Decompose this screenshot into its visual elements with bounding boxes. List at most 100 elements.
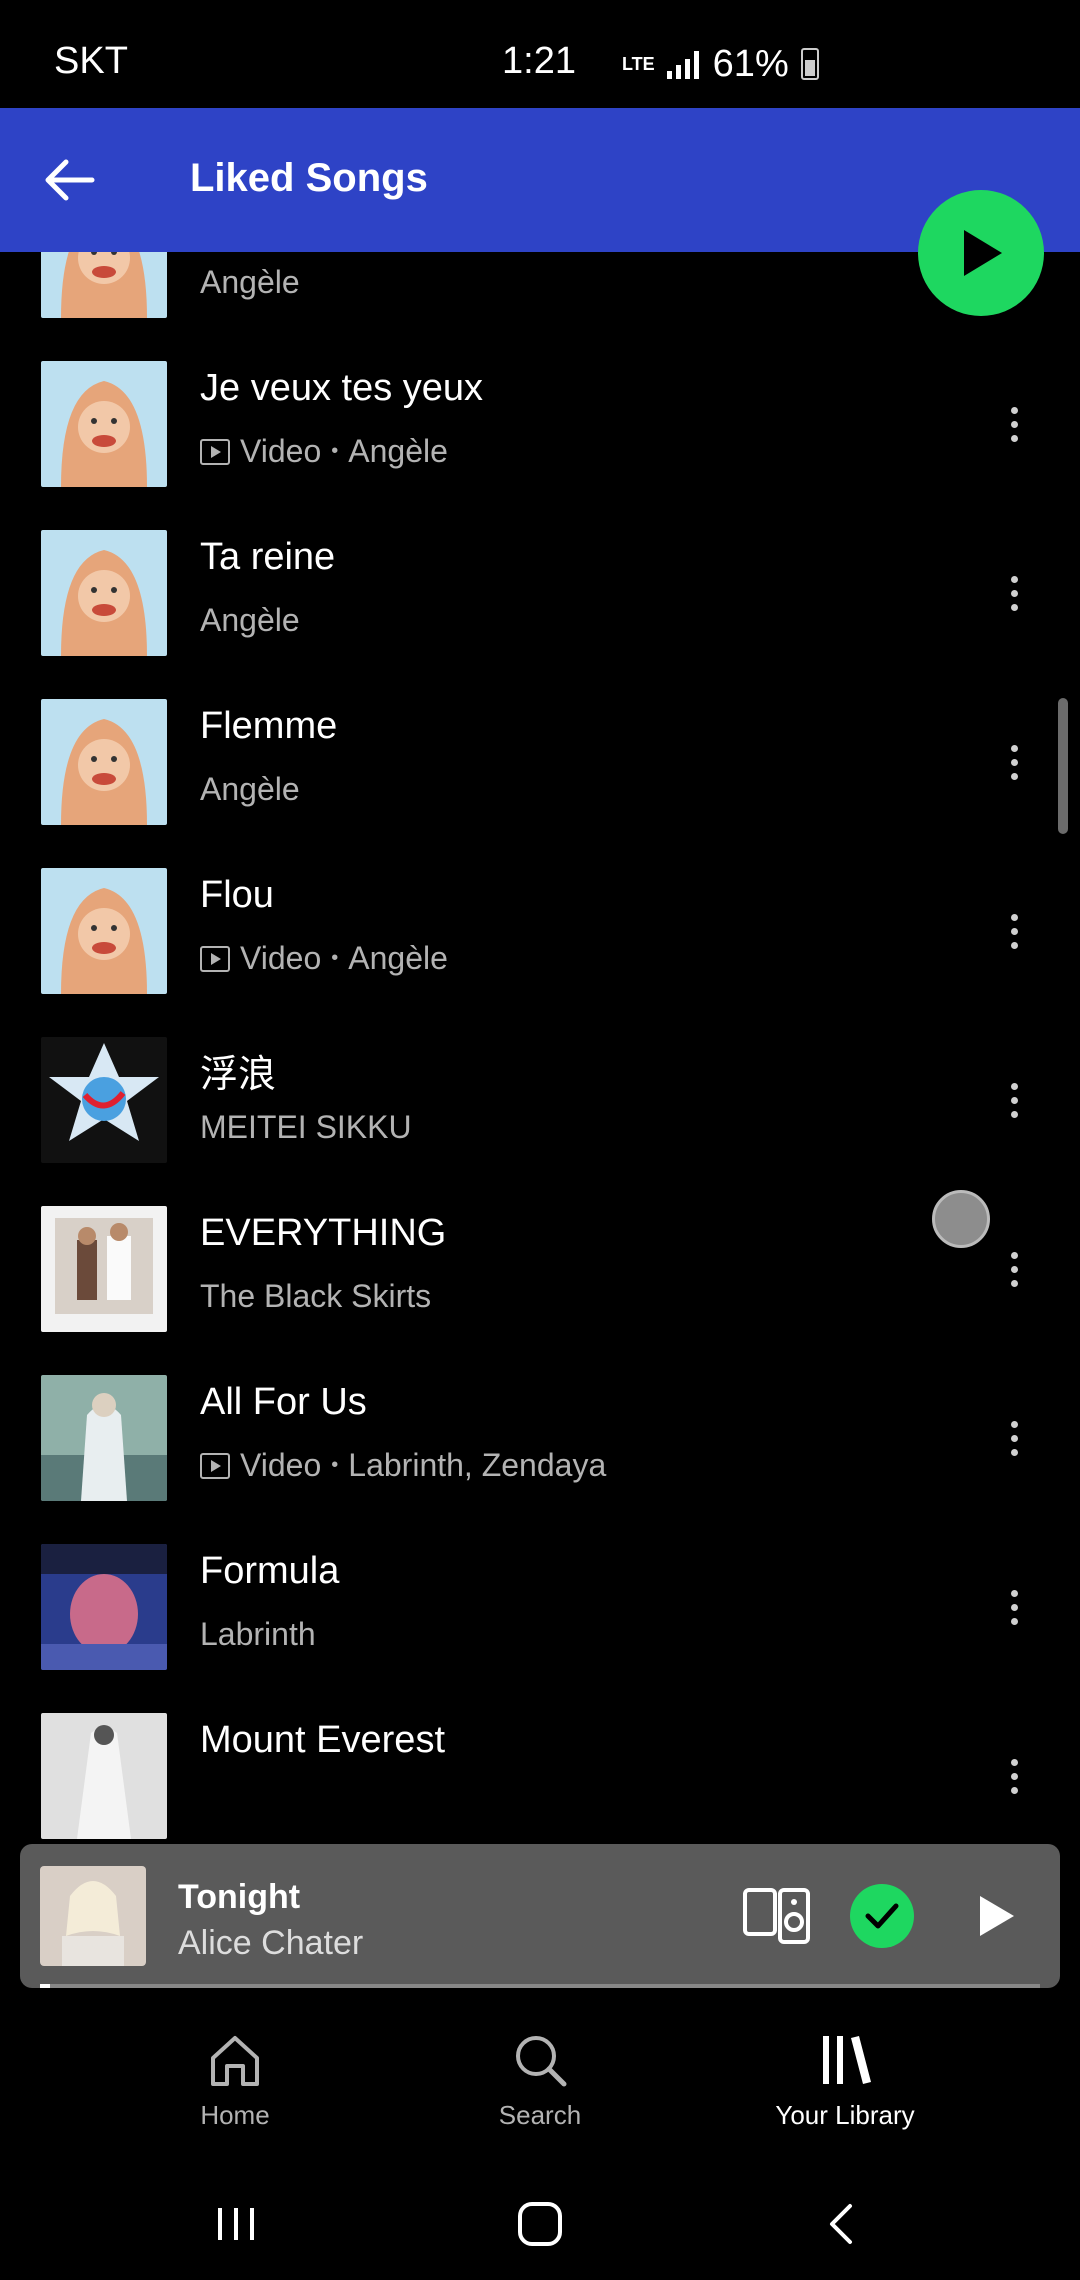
song-row[interactable]: All For Us Video • Labrinth, Zendaya: [0, 1353, 1080, 1522]
song-subtitle: Video • Angèle: [200, 433, 448, 470]
more-options-button[interactable]: [994, 563, 1034, 623]
song-row[interactable]: Les matinsAngèle: [0, 252, 1080, 339]
battery-icon: [800, 48, 819, 80]
song-title: 浮浪: [200, 1054, 277, 1096]
back-system-button[interactable]: [812, 2196, 872, 2252]
video-icon: [200, 438, 230, 465]
video-label: Video: [240, 940, 322, 976]
home-circle-icon: [518, 2202, 562, 2246]
song-artist: Angèle: [200, 771, 300, 807]
header-bar: Liked Songs: [0, 108, 1080, 252]
song-artist: Angèle: [348, 433, 448, 469]
more-options-button[interactable]: [994, 1239, 1034, 1299]
video-icon: [200, 945, 230, 972]
home-system-button[interactable]: [510, 2196, 570, 2252]
signal-icon: [666, 49, 701, 79]
nav-library[interactable]: Your Library: [745, 2028, 945, 2131]
album-cover: [41, 1375, 167, 1501]
song-subtitle: Video • Labrinth, Zendaya: [200, 1447, 606, 1484]
album-cover: [41, 1206, 167, 1332]
song-subtitle: Labrinth: [200, 1616, 316, 1653]
shuffle-play-button[interactable]: [918, 190, 1044, 316]
touch-indicator: [932, 1190, 990, 1248]
more-options-button[interactable]: [994, 1746, 1034, 1806]
clock: 1:21: [502, 40, 576, 82]
nav-search-label: Search: [498, 2100, 582, 2130]
song-artist: Angèle: [200, 602, 300, 638]
recents-button[interactable]: [206, 2196, 266, 2252]
more-options-button[interactable]: [994, 1577, 1034, 1637]
song-row[interactable]: Ta reine Angèle: [0, 508, 1080, 677]
separator: •: [331, 1454, 339, 1476]
separator: •: [331, 947, 339, 969]
song-artist: Labrinth: [200, 1616, 316, 1652]
nav-library-label: Your Library: [775, 2100, 915, 2130]
song-subtitle: Angèle: [200, 602, 300, 639]
chevron-left-icon: [830, 2204, 852, 2244]
nav-search[interactable]: Search: [440, 2028, 640, 2131]
more-options-button[interactable]: [994, 732, 1034, 792]
battery-percent: 61%: [712, 42, 789, 85]
song-row[interactable]: Flou Video • Angèle: [0, 846, 1080, 1015]
album-cover: [41, 1713, 167, 1839]
song-title: All For Us: [200, 1381, 367, 1423]
back-button[interactable]: [30, 142, 106, 218]
connect-device-button[interactable]: [742, 1884, 812, 1948]
album-cover: [41, 361, 167, 487]
system-nav-bar: [0, 2168, 1080, 2280]
song-artist: Angèle: [348, 940, 448, 976]
song-artist: The Black Skirts: [200, 1278, 432, 1314]
scrollbar[interactable]: [1058, 698, 1068, 834]
album-cover: [41, 530, 167, 656]
carrier-label: SKT: [54, 40, 128, 82]
liked-button[interactable]: [850, 1884, 914, 1948]
song-subtitle: Video • Angèle: [200, 940, 448, 977]
nav-home[interactable]: Home: [135, 2028, 335, 2131]
check-circle-icon: [865, 1903, 899, 1929]
album-cover: [41, 699, 167, 825]
song-title: Formula: [200, 1550, 340, 1592]
network-type: LTE: [622, 54, 655, 74]
song-artist: Labrinth, Zendaya: [348, 1447, 607, 1483]
song-title: Ta reine: [200, 536, 336, 578]
bottom-nav: Home Search Your Library: [0, 1988, 1080, 2168]
more-options-button[interactable]: [994, 1408, 1034, 1468]
album-cover: [41, 868, 167, 994]
song-subtitle: Angèle: [200, 771, 300, 808]
more-options-button[interactable]: [994, 1070, 1034, 1130]
song-subtitle: Angèle: [200, 264, 300, 301]
video-icon: [200, 1452, 230, 1479]
song-list: Les matinsAngèle Je veux tes yeux Video • An…: [0, 252, 1080, 1844]
page-title: Liked Songs: [190, 156, 428, 200]
song-row[interactable]: Je veux tes yeux Video • Angèle: [0, 339, 1080, 508]
song-title: Flemme: [200, 705, 338, 747]
song-artist: MEITEI SIKKU: [200, 1109, 412, 1145]
mini-player[interactable]: Tonight Alice Chater: [20, 1844, 1060, 1988]
play-icon: [980, 1896, 1014, 1936]
song-row[interactable]: Mount Everest: [0, 1691, 1080, 1844]
mini-play-button[interactable]: [964, 1884, 1028, 1948]
search-icon: [516, 2036, 567, 2087]
song-title: Je veux tes yeux: [200, 367, 484, 409]
play-icon: [964, 230, 1002, 276]
status-icons: LTE 61%: [622, 36, 819, 92]
video-label: Video: [240, 1447, 322, 1483]
song-row[interactable]: Flemme Angèle: [0, 677, 1080, 846]
song-title: Flou: [200, 874, 274, 916]
song-row[interactable]: Formula Labrinth: [0, 1522, 1080, 1691]
now-playing-title: Tonight: [178, 1878, 301, 1916]
library-icon: [823, 2036, 871, 2084]
album-cover: [41, 1544, 167, 1670]
album-cover: [41, 1037, 167, 1163]
more-options-button[interactable]: [994, 394, 1034, 454]
status-bar: SKT 1:21 LTE 61%: [0, 0, 1080, 108]
now-playing-artist: Alice Chater: [178, 1924, 364, 1962]
song-artist: Angèle: [200, 264, 300, 300]
more-options-button[interactable]: [994, 901, 1034, 961]
now-playing-cover: [40, 1866, 146, 1966]
nav-home-label: Home: [200, 2100, 270, 2130]
song-subtitle: The Black Skirts: [200, 1278, 431, 1315]
song-row[interactable]: 浮浪 MEITEI SIKKU: [0, 1015, 1080, 1184]
song-subtitle: MEITEI SIKKU: [200, 1109, 412, 1146]
song-row[interactable]: EVERYTHING The Black Skirts: [0, 1184, 1080, 1353]
